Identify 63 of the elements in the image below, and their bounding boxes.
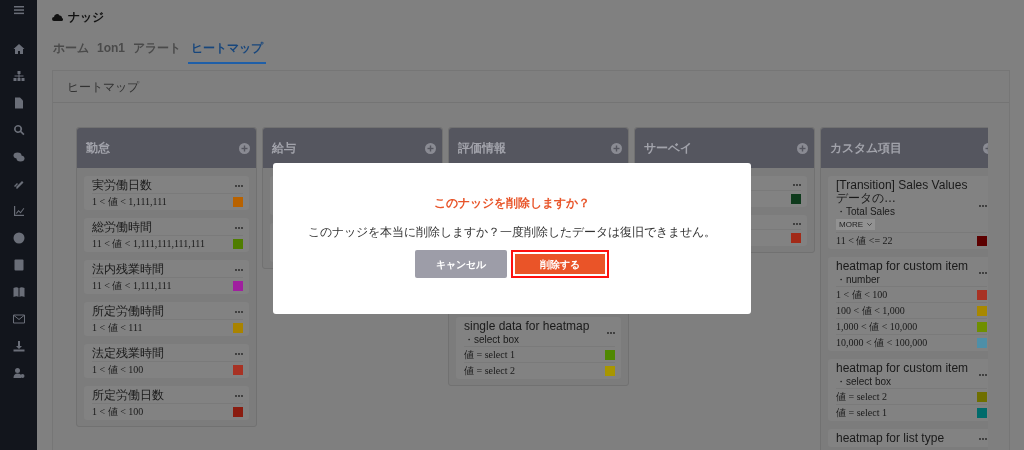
- card-title: single data for heatmap: [464, 320, 590, 333]
- card-title: [Transition] Sales Valuesデータの…: [836, 179, 969, 205]
- card-subtitle: ・Total Sales: [836, 206, 896, 218]
- card-subtitle: ・select box: [464, 334, 521, 346]
- card-title: 法内残業時間: [92, 263, 164, 276]
- column-title: カスタム項目: [830, 140, 902, 157]
- card-title: heatmap for custom item: [836, 362, 969, 375]
- rule-text: 1,000 < 値 < 10,000: [836, 320, 918, 333]
- card-title: heatmap for custom item: [836, 260, 969, 273]
- rule-text: 値 = select 2: [836, 390, 887, 403]
- rule-text: 11 < 値 < 1,111,111,111,111: [92, 237, 205, 250]
- card-subtitle: ・number: [836, 274, 881, 286]
- tab[interactable]: ヒートマップ: [188, 34, 266, 64]
- rule-text: 値 = select 2: [464, 364, 515, 377]
- chat-icon[interactable]: [12, 151, 25, 163]
- column-title: 給与: [272, 140, 296, 157]
- rule-text: 値 = select 1: [836, 406, 887, 419]
- more-icon[interactable]: [793, 222, 801, 225]
- add-icon[interactable]: [425, 142, 436, 154]
- column-title: サーベイ: [644, 140, 692, 157]
- add-icon[interactable]: [239, 142, 250, 154]
- delete-button[interactable]: 削除する: [511, 250, 609, 278]
- download-icon[interactable]: [12, 340, 25, 352]
- menu-icon[interactable]: [12, 4, 25, 16]
- chevron-down-icon: [867, 223, 872, 226]
- column-title: 勤怠: [86, 140, 110, 157]
- more-icon[interactable]: [793, 183, 801, 186]
- dialog-title: このナッジを削除しますか？: [433, 195, 591, 212]
- sitemap-icon[interactable]: [12, 70, 25, 82]
- card-title: 実労働日数: [92, 179, 152, 192]
- more-button[interactable]: MORE: [836, 219, 875, 230]
- card-title: heatmap for list type: [836, 432, 945, 445]
- search-icon[interactable]: [12, 124, 25, 136]
- rule-text: 値 = select 1: [464, 348, 515, 361]
- card-title: 法定残業時間: [92, 347, 164, 360]
- rule-text: 1 < 値 < 100: [92, 405, 144, 418]
- card-title: 所定労働日数: [92, 389, 164, 402]
- rule-text: 1 < 値 < 1,111,111: [92, 195, 167, 208]
- card-title: 総労働時間: [92, 221, 152, 234]
- panel-title: ヒートマップ: [53, 71, 1009, 103]
- card-title: 所定労働時間: [92, 305, 164, 318]
- mail-icon[interactable]: [12, 313, 25, 325]
- dialog-message: このナッジを本当に削除しますか？一度削除したデータは復旧できません。: [307, 224, 717, 241]
- home-icon[interactable]: [12, 43, 25, 55]
- cloud-icon: [52, 13, 64, 21]
- chart-icon[interactable]: [12, 205, 25, 217]
- rule-text: 100 < 値 < 1,000: [836, 304, 905, 317]
- add-icon[interactable]: [611, 142, 622, 154]
- card-subtitle: ・select box: [836, 376, 893, 388]
- cancel-button[interactable]: キャンセル: [415, 250, 507, 278]
- app-title: ナッジ: [68, 9, 104, 26]
- column-title: 評価情報: [458, 140, 506, 157]
- more-icon[interactable]: [979, 204, 987, 207]
- add-icon[interactable]: [797, 142, 808, 154]
- rule-text: 10,000 < 値 < 100,000: [836, 336, 928, 349]
- book-icon[interactable]: [12, 286, 25, 298]
- document-icon[interactable]: [12, 97, 25, 109]
- rule-text: 11 < 値 < 1,111,111: [92, 279, 172, 292]
- rule-text: 11 < 値 <= 22: [836, 234, 893, 247]
- user-gear-icon[interactable]: [12, 367, 25, 379]
- rule-text: 1 < 値 < 111: [92, 321, 143, 334]
- rule-text: 1 < 値 < 100: [836, 288, 888, 301]
- rule-text: 1 < 値 < 100: [92, 363, 144, 376]
